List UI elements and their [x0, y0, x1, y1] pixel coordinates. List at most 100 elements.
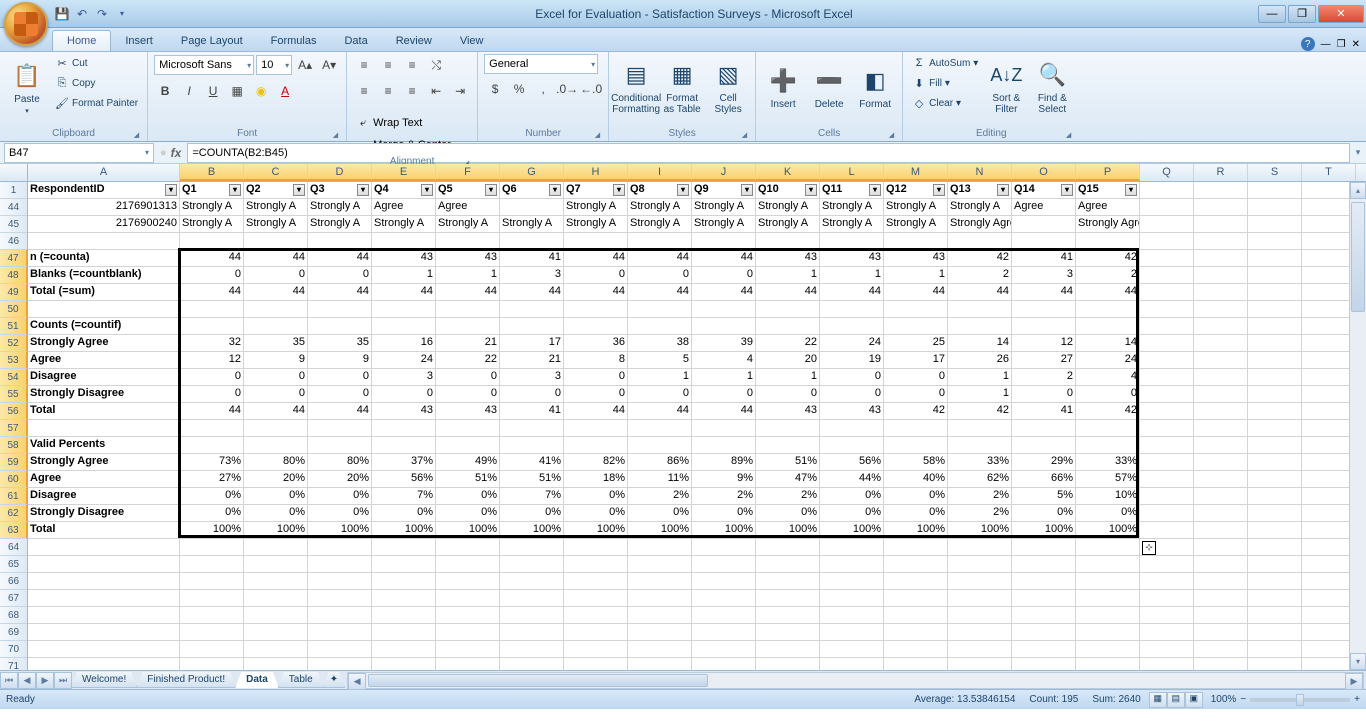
cell[interactable]: [628, 641, 692, 658]
cell[interactable]: 0%: [244, 488, 308, 505]
cell[interactable]: [948, 318, 1012, 335]
cell[interactable]: 1: [948, 386, 1012, 403]
cell[interactable]: [948, 420, 1012, 437]
row-header-53[interactable]: 53: [0, 352, 28, 369]
scroll-down-icon[interactable]: ▾: [1350, 653, 1366, 670]
cell[interactable]: [756, 590, 820, 607]
cell[interactable]: 44: [948, 284, 1012, 301]
cell[interactable]: [180, 607, 244, 624]
cell[interactable]: 0: [244, 386, 308, 403]
cell[interactable]: [756, 641, 820, 658]
tab-home[interactable]: Home: [52, 30, 111, 51]
cell[interactable]: [820, 318, 884, 335]
column-header-N[interactable]: N: [948, 164, 1012, 181]
cell[interactable]: [308, 624, 372, 641]
column-header-T[interactable]: T: [1302, 164, 1356, 181]
cell[interactable]: [1076, 590, 1140, 607]
hscroll-thumb[interactable]: [368, 674, 708, 687]
cell[interactable]: 5: [628, 352, 692, 369]
cell[interactable]: [1302, 403, 1356, 420]
cell[interactable]: 0: [692, 267, 756, 284]
orientation-icon[interactable]: ⤭: [425, 54, 447, 76]
row-header-46[interactable]: 46: [0, 233, 27, 250]
cell[interactable]: Q9: [692, 182, 756, 199]
normal-view-icon[interactable]: ▦: [1149, 692, 1167, 708]
cell[interactable]: [1248, 590, 1302, 607]
cell[interactable]: [436, 301, 500, 318]
column-header-Q[interactable]: Q: [1140, 164, 1194, 181]
cell[interactable]: [692, 624, 756, 641]
cell[interactable]: Q12: [884, 182, 948, 199]
wrap-text-button[interactable]: ⤶Wrap Text: [353, 114, 425, 132]
cell[interactable]: 100%: [436, 522, 500, 539]
cell[interactable]: Strongly A: [244, 216, 308, 233]
copy-button[interactable]: ⎘Copy: [52, 74, 141, 92]
cell[interactable]: [564, 607, 628, 624]
cell[interactable]: 42: [1076, 250, 1140, 267]
font-size-combo[interactable]: 10: [256, 55, 292, 75]
cell[interactable]: 24: [820, 335, 884, 352]
scroll-right-icon[interactable]: ▶: [1345, 673, 1363, 690]
cell[interactable]: [372, 233, 436, 250]
cell[interactable]: [1012, 658, 1076, 670]
cell[interactable]: 26: [948, 352, 1012, 369]
cell[interactable]: [1140, 233, 1194, 250]
tab-review[interactable]: Review: [382, 31, 446, 51]
minimize-ribbon-icon[interactable]: —: [1321, 39, 1331, 50]
cell[interactable]: [564, 590, 628, 607]
cell[interactable]: [884, 556, 948, 573]
cell[interactable]: [244, 233, 308, 250]
scroll-up-icon[interactable]: ▴: [1350, 182, 1366, 199]
cell[interactable]: 44: [244, 284, 308, 301]
cell[interactable]: [500, 420, 564, 437]
close-button[interactable]: ✕: [1318, 5, 1364, 23]
cell[interactable]: 0%: [884, 488, 948, 505]
align-middle-icon[interactable]: ≡: [377, 54, 399, 76]
cell[interactable]: [948, 573, 1012, 590]
cell[interactable]: 1: [948, 369, 1012, 386]
help-icon[interactable]: ?: [1301, 37, 1315, 51]
cell[interactable]: [1194, 199, 1248, 216]
cell[interactable]: 100%: [244, 522, 308, 539]
cell[interactable]: [1248, 488, 1302, 505]
cell[interactable]: [1302, 590, 1356, 607]
cell[interactable]: Disagree: [28, 488, 180, 505]
sheet-tab-data[interactable]: Data: [235, 672, 279, 688]
office-button[interactable]: [4, 2, 48, 46]
cell[interactable]: [1194, 250, 1248, 267]
cell[interactable]: 62%: [948, 471, 1012, 488]
cell[interactable]: [884, 437, 948, 454]
cell[interactable]: 44: [308, 250, 372, 267]
cell[interactable]: [948, 658, 1012, 670]
cell[interactable]: [1302, 182, 1356, 199]
cell[interactable]: [372, 318, 436, 335]
cell[interactable]: 9%: [692, 471, 756, 488]
cell[interactable]: [1012, 318, 1076, 335]
cell[interactable]: [180, 624, 244, 641]
cell[interactable]: Total: [28, 522, 180, 539]
cell[interactable]: 41: [1012, 403, 1076, 420]
cell[interactable]: [28, 233, 180, 250]
cell[interactable]: Strongly A: [180, 216, 244, 233]
cell[interactable]: Strongly A: [756, 199, 820, 216]
cell[interactable]: [692, 556, 756, 573]
cell[interactable]: 3: [500, 267, 564, 284]
cell[interactable]: [1140, 505, 1194, 522]
cell[interactable]: [948, 301, 1012, 318]
cell[interactable]: 2: [1012, 369, 1076, 386]
cell[interactable]: 37%: [372, 454, 436, 471]
cell[interactable]: 0: [308, 369, 372, 386]
cell[interactable]: [628, 539, 692, 556]
cell[interactable]: [692, 318, 756, 335]
cell[interactable]: 82%: [564, 454, 628, 471]
scroll-left-icon[interactable]: ◀: [348, 673, 366, 690]
insert-cells-button[interactable]: ➕Insert: [762, 54, 804, 120]
cell[interactable]: [436, 556, 500, 573]
tab-insert[interactable]: Insert: [111, 31, 167, 51]
zoom-slider[interactable]: [1250, 698, 1350, 702]
cell[interactable]: 41: [1012, 250, 1076, 267]
cell[interactable]: 89%: [692, 454, 756, 471]
cell[interactable]: 0: [500, 386, 564, 403]
cell[interactable]: 44: [180, 403, 244, 420]
cell[interactable]: 100%: [628, 522, 692, 539]
